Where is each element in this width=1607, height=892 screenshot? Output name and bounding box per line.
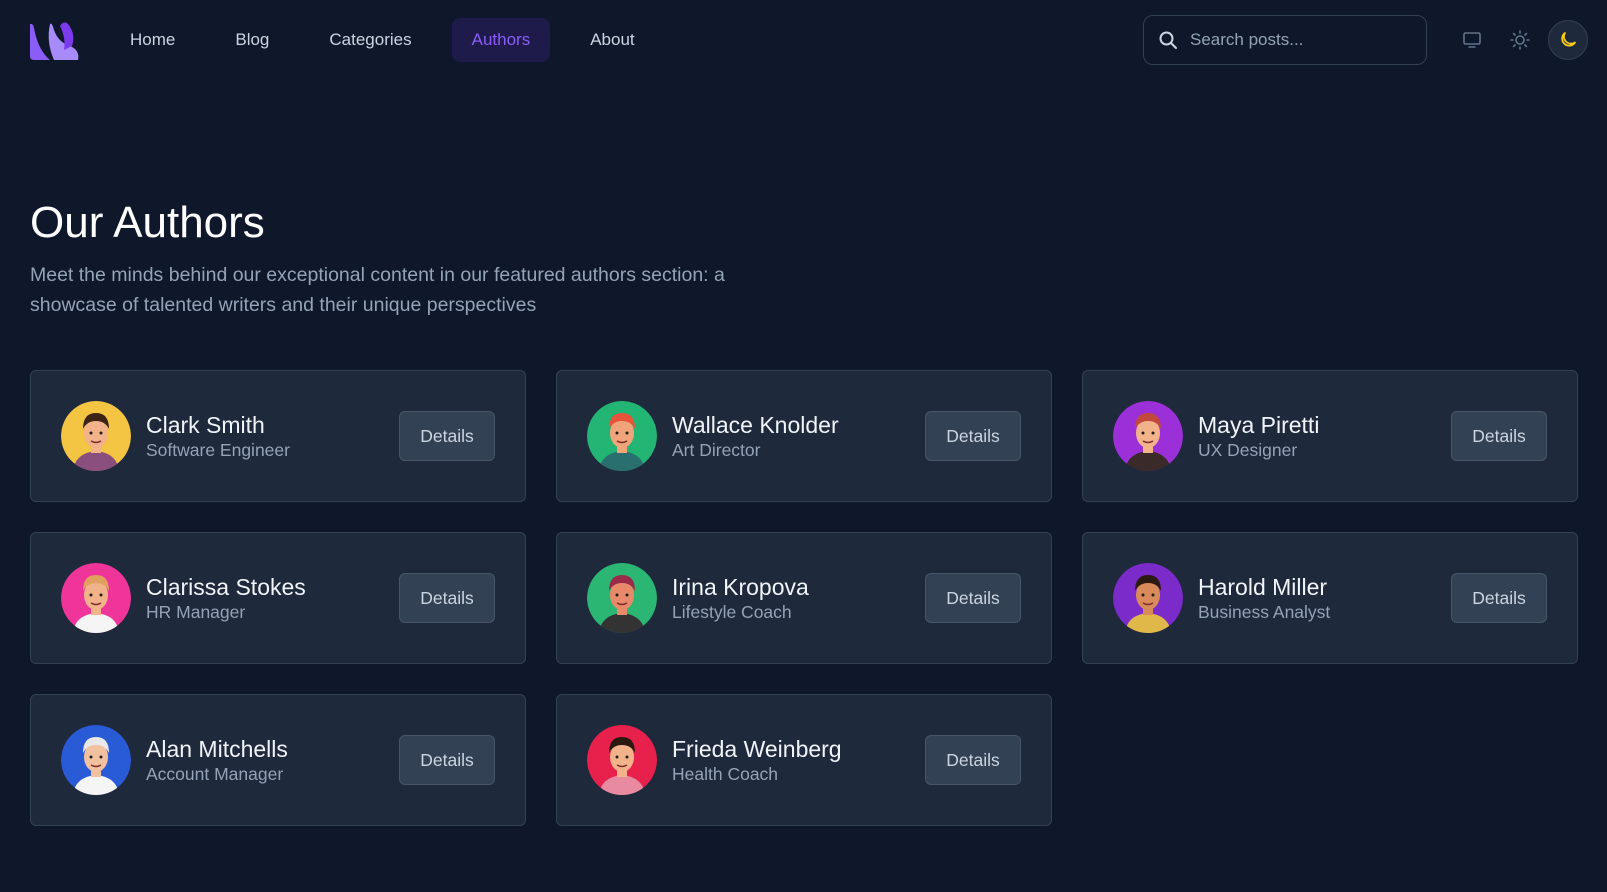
- avatar: [61, 725, 131, 795]
- light-theme-button[interactable]: [1500, 20, 1540, 60]
- nav-item-about[interactable]: About: [570, 18, 654, 62]
- author-card: Alan Mitchells Account Manager Details: [30, 694, 526, 826]
- details-button[interactable]: Details: [399, 411, 495, 461]
- avatar-illustration-icon: [587, 563, 657, 633]
- details-button[interactable]: Details: [1451, 411, 1547, 461]
- author-role: HR Manager: [146, 602, 246, 622]
- details-button[interactable]: Details: [399, 735, 495, 785]
- avatar: [587, 725, 657, 795]
- top-navbar: Home Blog Categories Authors About: [0, 0, 1607, 80]
- author-role: Lifestyle Coach: [672, 602, 792, 622]
- author-info: Alan Mitchells Account Manager: [146, 735, 399, 785]
- author-role: Art Director: [672, 440, 761, 460]
- author-card: Frieda Weinberg Health Coach Details: [556, 694, 1052, 826]
- author-role: UX Designer: [1198, 440, 1298, 460]
- nav-item-authors[interactable]: Authors: [451, 18, 551, 62]
- avatar-illustration-icon: [61, 563, 131, 633]
- author-info: Irina Kropova Lifestyle Coach: [672, 573, 925, 623]
- avatar: [1113, 563, 1183, 633]
- logo[interactable]: [30, 20, 80, 61]
- search-icon: [1159, 31, 1177, 49]
- author-info: Wallace Knolder Art Director: [672, 411, 925, 461]
- avatar-illustration-icon: [587, 725, 657, 795]
- avatar-illustration-icon: [61, 401, 131, 471]
- author-role: Health Coach: [672, 764, 779, 784]
- search-box[interactable]: [1143, 15, 1427, 65]
- avatar-illustration-icon: [587, 401, 657, 471]
- page-title: Our Authors: [30, 198, 265, 247]
- details-button[interactable]: Details: [925, 411, 1021, 461]
- avatar: [587, 401, 657, 471]
- avatar-illustration-icon: [1113, 563, 1183, 633]
- system-theme-button[interactable]: [1452, 20, 1492, 60]
- author-name: Clark Smith: [146, 412, 265, 438]
- author-card: Maya Piretti UX Designer Details: [1082, 370, 1578, 502]
- avatar: [61, 563, 131, 633]
- author-name: Wallace Knolder: [672, 412, 839, 438]
- nav-item-categories[interactable]: Categories: [309, 18, 431, 62]
- author-card: Clark Smith Software Engineer Details: [30, 370, 526, 502]
- author-card: Clarissa Stokes HR Manager Details: [30, 532, 526, 664]
- author-name: Alan Mitchells: [146, 736, 288, 762]
- author-info: Maya Piretti UX Designer: [1198, 411, 1451, 461]
- details-button[interactable]: Details: [925, 735, 1021, 785]
- page-subtitle: Meet the minds behind our exceptional co…: [30, 264, 725, 316]
- author-role: Software Engineer: [146, 440, 290, 460]
- details-button[interactable]: Details: [399, 573, 495, 623]
- author-role: Business Analyst: [1198, 602, 1331, 622]
- search-input[interactable]: [1190, 30, 1410, 50]
- authors-grid: Clark Smith Software Engineer Details Walla…: [30, 370, 1578, 826]
- author-card: Irina Kropova Lifestyle Coach Details: [556, 532, 1052, 664]
- author-name: Irina Kropova: [672, 574, 809, 600]
- author-info: Frieda Weinberg Health Coach: [672, 735, 925, 785]
- author-name: Clarissa Stokes: [146, 574, 306, 600]
- details-button[interactable]: Details: [925, 573, 1021, 623]
- avatar: [61, 401, 131, 471]
- author-name: Harold Miller: [1198, 574, 1328, 600]
- author-info: Harold Miller Business Analyst: [1198, 573, 1451, 623]
- avatar: [1113, 401, 1183, 471]
- avatar: [587, 563, 657, 633]
- author-name: Maya Piretti: [1198, 412, 1320, 438]
- dark-theme-button[interactable]: [1548, 20, 1588, 60]
- nav-item-blog[interactable]: Blog: [215, 18, 289, 62]
- author-role: Account Manager: [146, 764, 284, 784]
- author-info: Clarissa Stokes HR Manager: [146, 573, 399, 623]
- nav-item-home[interactable]: Home: [110, 18, 195, 62]
- author-name: Frieda Weinberg: [672, 736, 842, 762]
- author-info: Clark Smith Software Engineer: [146, 411, 399, 461]
- moon-icon: [1561, 32, 1576, 47]
- author-card: Wallace Knolder Art Director Details: [556, 370, 1052, 502]
- avatar-illustration-icon: [1113, 401, 1183, 471]
- main-nav: Home Blog Categories Authors About: [110, 18, 655, 62]
- avatar-illustration-icon: [61, 725, 131, 795]
- sun-icon: [1510, 30, 1530, 50]
- author-card: Harold Miller Business Analyst Details: [1082, 532, 1578, 664]
- theme-switcher: [1452, 20, 1588, 60]
- logo-icon: [30, 22, 79, 61]
- monitor-icon: [1463, 32, 1481, 48]
- details-button[interactable]: Details: [1451, 573, 1547, 623]
